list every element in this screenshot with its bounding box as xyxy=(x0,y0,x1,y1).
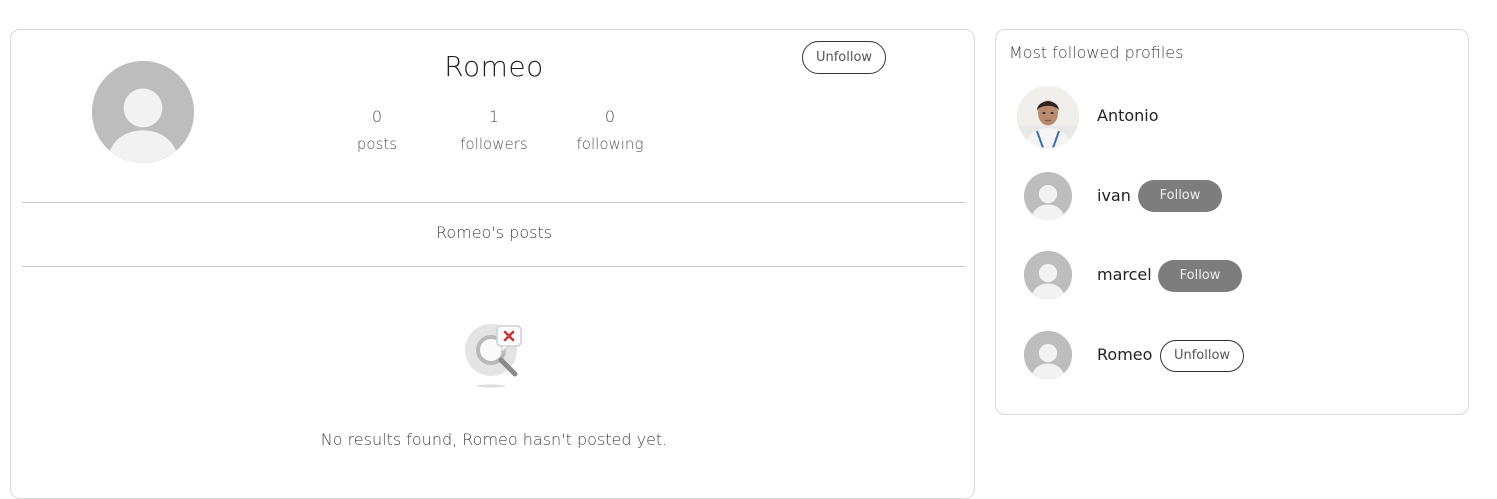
user-avatar-icon xyxy=(1024,331,1072,379)
stat-followers[interactable]: 1 followers xyxy=(439,107,549,154)
no-results-search-icon xyxy=(463,322,527,388)
profile-row-antonio[interactable]: Antonio xyxy=(996,86,1468,150)
profile-row-marcel: marcel Follow xyxy=(996,243,1468,307)
following-label: following xyxy=(576,135,644,153)
profile-name[interactable]: marcel xyxy=(1097,265,1152,284)
divider-top xyxy=(22,202,965,203)
most-followed-panel: Most followed profiles Antonio ivan Foll… xyxy=(995,29,1469,415)
unfollow-button[interactable]: Unfollow xyxy=(802,41,886,74)
posts-section-title: Romeo's posts xyxy=(435,223,553,242)
user-avatar-icon xyxy=(92,61,194,163)
unfollow-button[interactable]: Unfollow xyxy=(1160,340,1244,372)
user-avatar-icon xyxy=(1024,172,1072,220)
divider-bottom xyxy=(22,266,965,267)
person-photo-icon xyxy=(1017,86,1079,148)
profile-row-romeo: Romeo Unfollow xyxy=(996,323,1468,387)
user-avatar[interactable] xyxy=(1024,172,1072,220)
profile-name[interactable]: ivan xyxy=(1097,186,1131,205)
follow-button[interactable]: Follow xyxy=(1158,260,1242,292)
posts-count: 0 xyxy=(371,107,383,126)
following-count: 0 xyxy=(604,107,616,126)
profile-card: Romeo Unfollow 0 posts 1 followers 0 fol… xyxy=(10,29,975,499)
user-photo-avatar[interactable] xyxy=(1017,86,1079,148)
stat-following[interactable]: 0 following xyxy=(555,107,665,154)
profile-name[interactable]: Romeo xyxy=(1097,345,1152,364)
profile-row-ivan: ivan Follow xyxy=(996,164,1468,228)
user-avatar[interactable] xyxy=(1024,331,1072,379)
user-avatar-icon xyxy=(1024,251,1072,299)
empty-posts-message: No results found, Romeo hasn't posted ye… xyxy=(320,430,668,449)
posts-label: posts xyxy=(356,135,398,153)
profile-name[interactable]: Antonio xyxy=(1097,106,1159,125)
follow-button[interactable]: Follow xyxy=(1138,180,1222,212)
profile-username: Romeo xyxy=(444,50,544,83)
followers-label: followers xyxy=(460,135,528,153)
panel-title: Most followed profiles xyxy=(1009,43,1184,62)
stat-posts: 0 posts xyxy=(322,107,432,154)
profile-avatar xyxy=(92,61,194,163)
user-avatar[interactable] xyxy=(1024,251,1072,299)
followers-count: 1 xyxy=(488,107,500,126)
